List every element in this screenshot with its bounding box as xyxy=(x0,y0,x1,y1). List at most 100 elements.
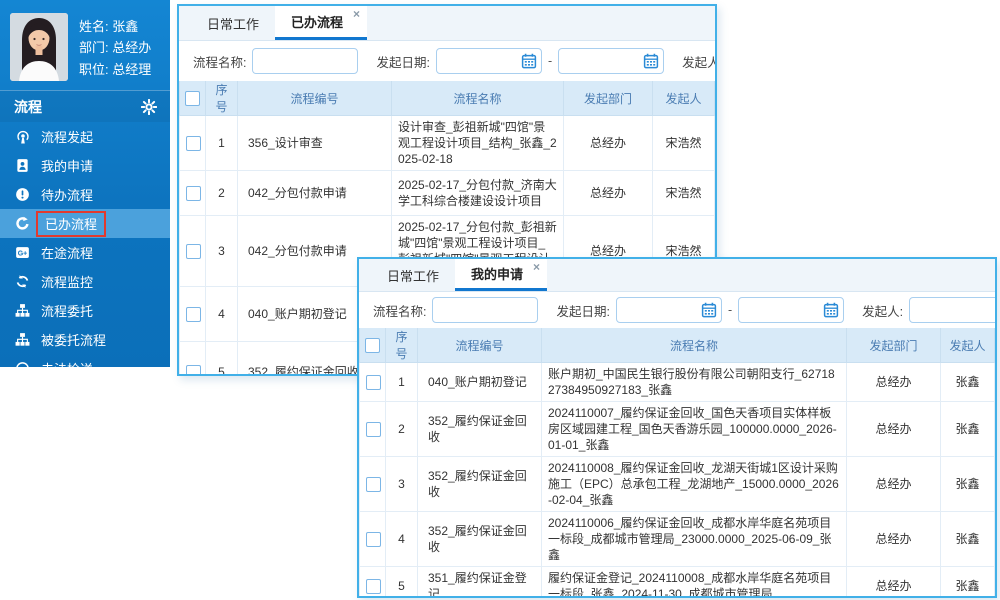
col-header-dept: 发起部门 xyxy=(564,81,653,116)
calendar-icon[interactable] xyxy=(643,53,659,69)
close-icon[interactable]: × xyxy=(353,8,360,20)
col-header-dept: 发起部门 xyxy=(847,328,941,363)
row-seq: 5 xyxy=(206,342,238,377)
close-icon[interactable]: × xyxy=(533,261,540,273)
profile-position: 职位: 总经理 xyxy=(79,59,151,78)
row-process-code: 352_履约保证金回收 xyxy=(418,457,542,512)
process-name-input[interactable] xyxy=(432,297,538,323)
row-checkbox[interactable] xyxy=(186,136,201,151)
row-select-cell xyxy=(180,216,206,287)
sidebar-item-delegated-processes[interactable]: 被委托流程 xyxy=(0,325,170,354)
win2-filter-bar: 流程名称: 发起日期: - 发起人: 待办人: xyxy=(359,292,995,328)
table-row: 1040_账户期初登记账户期初_中国民生银行股份有限公司朝阳支行_6271827… xyxy=(360,363,995,402)
col-header-name: 流程名称 xyxy=(392,81,564,116)
row-seq: 4 xyxy=(386,512,418,567)
process-name-input[interactable] xyxy=(252,48,358,74)
row-checkbox[interactable] xyxy=(366,477,381,492)
avatar-photo xyxy=(10,13,68,81)
row-select-cell xyxy=(180,116,206,171)
tab-my-applications[interactable]: 我的申请 × xyxy=(455,259,547,291)
row-checkbox[interactable] xyxy=(186,244,201,259)
win1-filter-bar: 流程名称: 发起日期: - 发起人: xyxy=(179,41,715,81)
row-checkbox[interactable] xyxy=(366,375,381,390)
select-all-checkbox[interactable] xyxy=(365,338,380,353)
sidebar-item-done-processes[interactable]: 已办流程 xyxy=(0,209,170,238)
id-card-icon xyxy=(15,158,31,174)
sidebar-item-label: 流程委托 xyxy=(41,301,93,320)
gear-icon[interactable] xyxy=(141,99,157,115)
table-row: 5351_履约保证金登记履约保证金登记_2024110008_成都水岸华庭名苑项… xyxy=(360,567,995,599)
win2-tabbar: 日常工作 我的申请 × xyxy=(359,259,995,292)
table-row: 1356_设计审查设计审查_彭祖新城"四馆"景观工程设计项目_结构_张鑫_202… xyxy=(180,116,715,171)
col-header-code: 流程编号 xyxy=(418,328,542,363)
calendar-icon[interactable] xyxy=(823,302,839,318)
sidebar-item-process-delegate[interactable]: 流程委托 xyxy=(0,296,170,325)
tab-daily-work[interactable]: 日常工作 xyxy=(191,6,275,40)
row-select-cell xyxy=(180,287,206,342)
row-initiator: 张鑫 xyxy=(941,457,995,512)
row-department: 总经办 xyxy=(847,567,941,599)
sidebar-item-process-initiate[interactable]: 流程发起 xyxy=(0,122,170,151)
sync-icon xyxy=(15,274,31,290)
table-header-row: 序号 流程编号 流程名称 发起部门 发起人 xyxy=(180,81,715,116)
start-date-label: 发起日期: xyxy=(556,301,609,320)
row-department: 总经办 xyxy=(847,402,941,457)
profile-department: 部门: 总经办 xyxy=(79,37,151,56)
table-header-row: 序号 流程编号 流程名称 发起部门 发起人 xyxy=(360,328,995,363)
row-seq: 2 xyxy=(206,171,238,216)
row-checkbox[interactable] xyxy=(366,579,381,594)
sidebar-item-label: 我的申请 xyxy=(41,156,93,175)
row-process-code: 356_设计审查 xyxy=(238,116,392,171)
select-all-checkbox[interactable] xyxy=(185,91,200,106)
row-process-code: 040_账户期初登记 xyxy=(418,363,542,402)
alert-icon xyxy=(15,187,31,203)
row-select-cell xyxy=(180,342,206,377)
row-seq: 4 xyxy=(206,287,238,342)
row-seq: 1 xyxy=(206,116,238,171)
row-checkbox[interactable] xyxy=(366,532,381,547)
sidebar-item-in-transit-processes[interactable]: G+在途流程 xyxy=(0,238,170,267)
sidebar-item-todo-processes[interactable]: 待办流程 xyxy=(0,180,170,209)
initiator-label: 发起人: xyxy=(862,301,903,320)
process-name-label: 流程名称: xyxy=(193,52,246,71)
sidebar-item-label: 已办流程 xyxy=(36,211,106,237)
row-select-cell xyxy=(180,171,206,216)
initiator-input[interactable] xyxy=(909,297,997,323)
col-header-code: 流程编号 xyxy=(238,81,392,116)
select-all-cell xyxy=(360,328,386,363)
sitemap-icon xyxy=(15,332,31,348)
sidebar-item-clipped-item[interactable]: 去法检送 xyxy=(0,354,170,367)
row-process-code: 352_履约保证金回收 xyxy=(418,402,542,457)
calendar-icon[interactable] xyxy=(701,302,717,318)
row-select-cell xyxy=(360,512,386,567)
row-process-name: 履约保证金登记_2024110008_成都水岸华庭名苑项目一标段_张鑫_2024… xyxy=(542,567,847,599)
row-checkbox[interactable] xyxy=(186,307,201,322)
row-seq: 1 xyxy=(386,363,418,402)
col-header-person: 发起人 xyxy=(653,81,715,116)
tab-done-processes[interactable]: 已办流程 × xyxy=(275,6,367,40)
process-name-label: 流程名称: xyxy=(373,301,426,320)
gplus-icon: G+ xyxy=(15,245,31,261)
row-initiator: 张鑫 xyxy=(941,402,995,457)
row-checkbox[interactable] xyxy=(366,422,381,437)
row-initiator: 张鑫 xyxy=(941,512,995,567)
row-initiator: 宋浩然 xyxy=(653,116,715,171)
row-process-code: 351_履约保证金登记 xyxy=(418,567,542,599)
initiator-label: 发起人: xyxy=(682,52,717,71)
date-range-separator: - xyxy=(548,54,552,68)
col-header-seq: 序号 xyxy=(206,81,238,116)
sidebar-item-label: 流程监控 xyxy=(41,272,93,291)
profile-name: 姓名: 张鑫 xyxy=(79,16,151,35)
tab-daily-work[interactable]: 日常工作 xyxy=(371,259,455,291)
date-to-wrap xyxy=(558,48,664,74)
col-header-person: 发起人 xyxy=(941,328,995,363)
my-applications-window: 日常工作 我的申请 × 流程名称: 发起日期: - 发起人: 待办人: xyxy=(357,257,997,598)
row-seq: 5 xyxy=(386,567,418,599)
sidebar-item-process-monitor[interactable]: 流程监控 xyxy=(0,267,170,296)
row-process-name: 账户期初_中国民生银行股份有限公司朝阳支行_627182738495092718… xyxy=(542,363,847,402)
row-process-code: 042_分包付款申请 xyxy=(238,171,392,216)
row-checkbox[interactable] xyxy=(186,186,201,201)
calendar-icon[interactable] xyxy=(521,53,537,69)
row-checkbox[interactable] xyxy=(186,365,201,376)
sidebar-item-my-applications[interactable]: 我的申请 xyxy=(0,151,170,180)
